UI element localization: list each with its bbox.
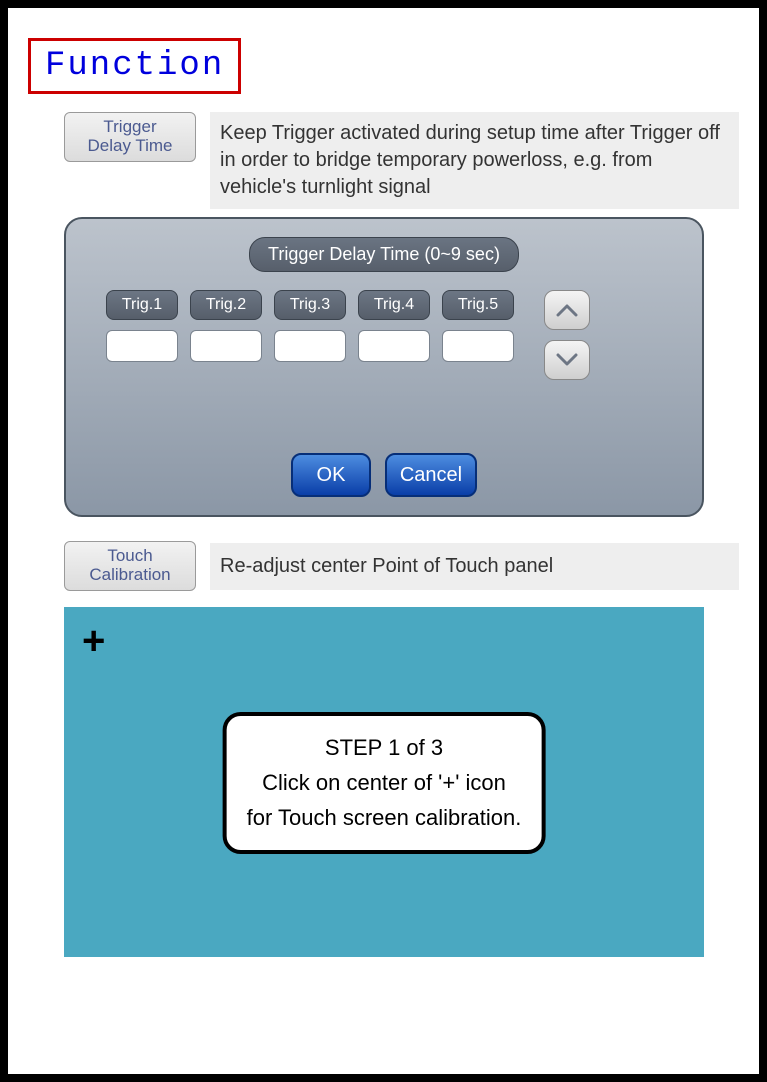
cancel-button[interactable]: Cancel <box>385 453 477 497</box>
arrow-up-button[interactable] <box>544 290 590 330</box>
trigger-delay-button[interactable]: Trigger Delay Time <box>64 112 196 162</box>
trigger-delay-row: Trigger Delay Time Keep Trigger activate… <box>64 112 739 209</box>
touch-calibration-label-line1: Touch <box>65 547 195 566</box>
trig-label-4: Trig.4 <box>358 290 430 320</box>
calibration-step-popup: STEP 1 of 3 Click on center of '+' icon … <box>223 712 546 854</box>
step-title: STEP 1 of 3 <box>247 730 522 765</box>
touch-calibration-label-line2: Calibration <box>65 566 195 585</box>
trig-input-3[interactable] <box>274 330 346 362</box>
chevron-up-icon <box>556 303 578 317</box>
calibration-panel[interactable]: + STEP 1 of 3 Click on center of '+' ico… <box>64 607 704 957</box>
arrow-down-button[interactable] <box>544 340 590 380</box>
trig-label-2: Trig.2 <box>190 290 262 320</box>
trig-label-5: Trig.5 <box>442 290 514 320</box>
trig-input-2[interactable] <box>190 330 262 362</box>
trigger-delay-label-line1: Trigger <box>65 118 195 137</box>
chevron-down-icon <box>556 353 578 367</box>
trigger-delay-description: Keep Trigger activated during setup time… <box>210 112 739 209</box>
touch-calibration-description: Re-adjust center Point of Touch panel <box>210 543 739 590</box>
dialog-button-row: OK Cancel <box>66 453 702 497</box>
trig-input-5[interactable] <box>442 330 514 362</box>
plus-icon[interactable]: + <box>82 621 105 661</box>
ok-button[interactable]: OK <box>291 453 371 497</box>
trig-input-4[interactable] <box>358 330 430 362</box>
step-line-3: for Touch screen calibration. <box>247 800 522 835</box>
step-line-2: Click on center of '+' icon <box>247 765 522 800</box>
section-title: Function <box>28 38 241 94</box>
trig-label-3: Trig.3 <box>274 290 346 320</box>
trig-input-1[interactable] <box>106 330 178 362</box>
trig-label-1: Trig.1 <box>106 290 178 320</box>
trigger-delay-dialog: Trigger Delay Time (0~9 sec) Trig.1 Trig… <box>64 217 704 517</box>
trigger-delay-label-line2: Delay Time <box>65 137 195 156</box>
touch-calibration-row: Touch Calibration Re-adjust center Point… <box>64 541 739 591</box>
dialog-title: Trigger Delay Time (0~9 sec) <box>249 237 519 272</box>
page-container: Function Trigger Delay Time Keep Trigger… <box>0 0 767 1082</box>
trigger-grid: Trig.1 Trig.2 Trig.3 Trig.4 Trig.5 <box>106 290 690 380</box>
touch-calibration-button[interactable]: Touch Calibration <box>64 541 196 591</box>
